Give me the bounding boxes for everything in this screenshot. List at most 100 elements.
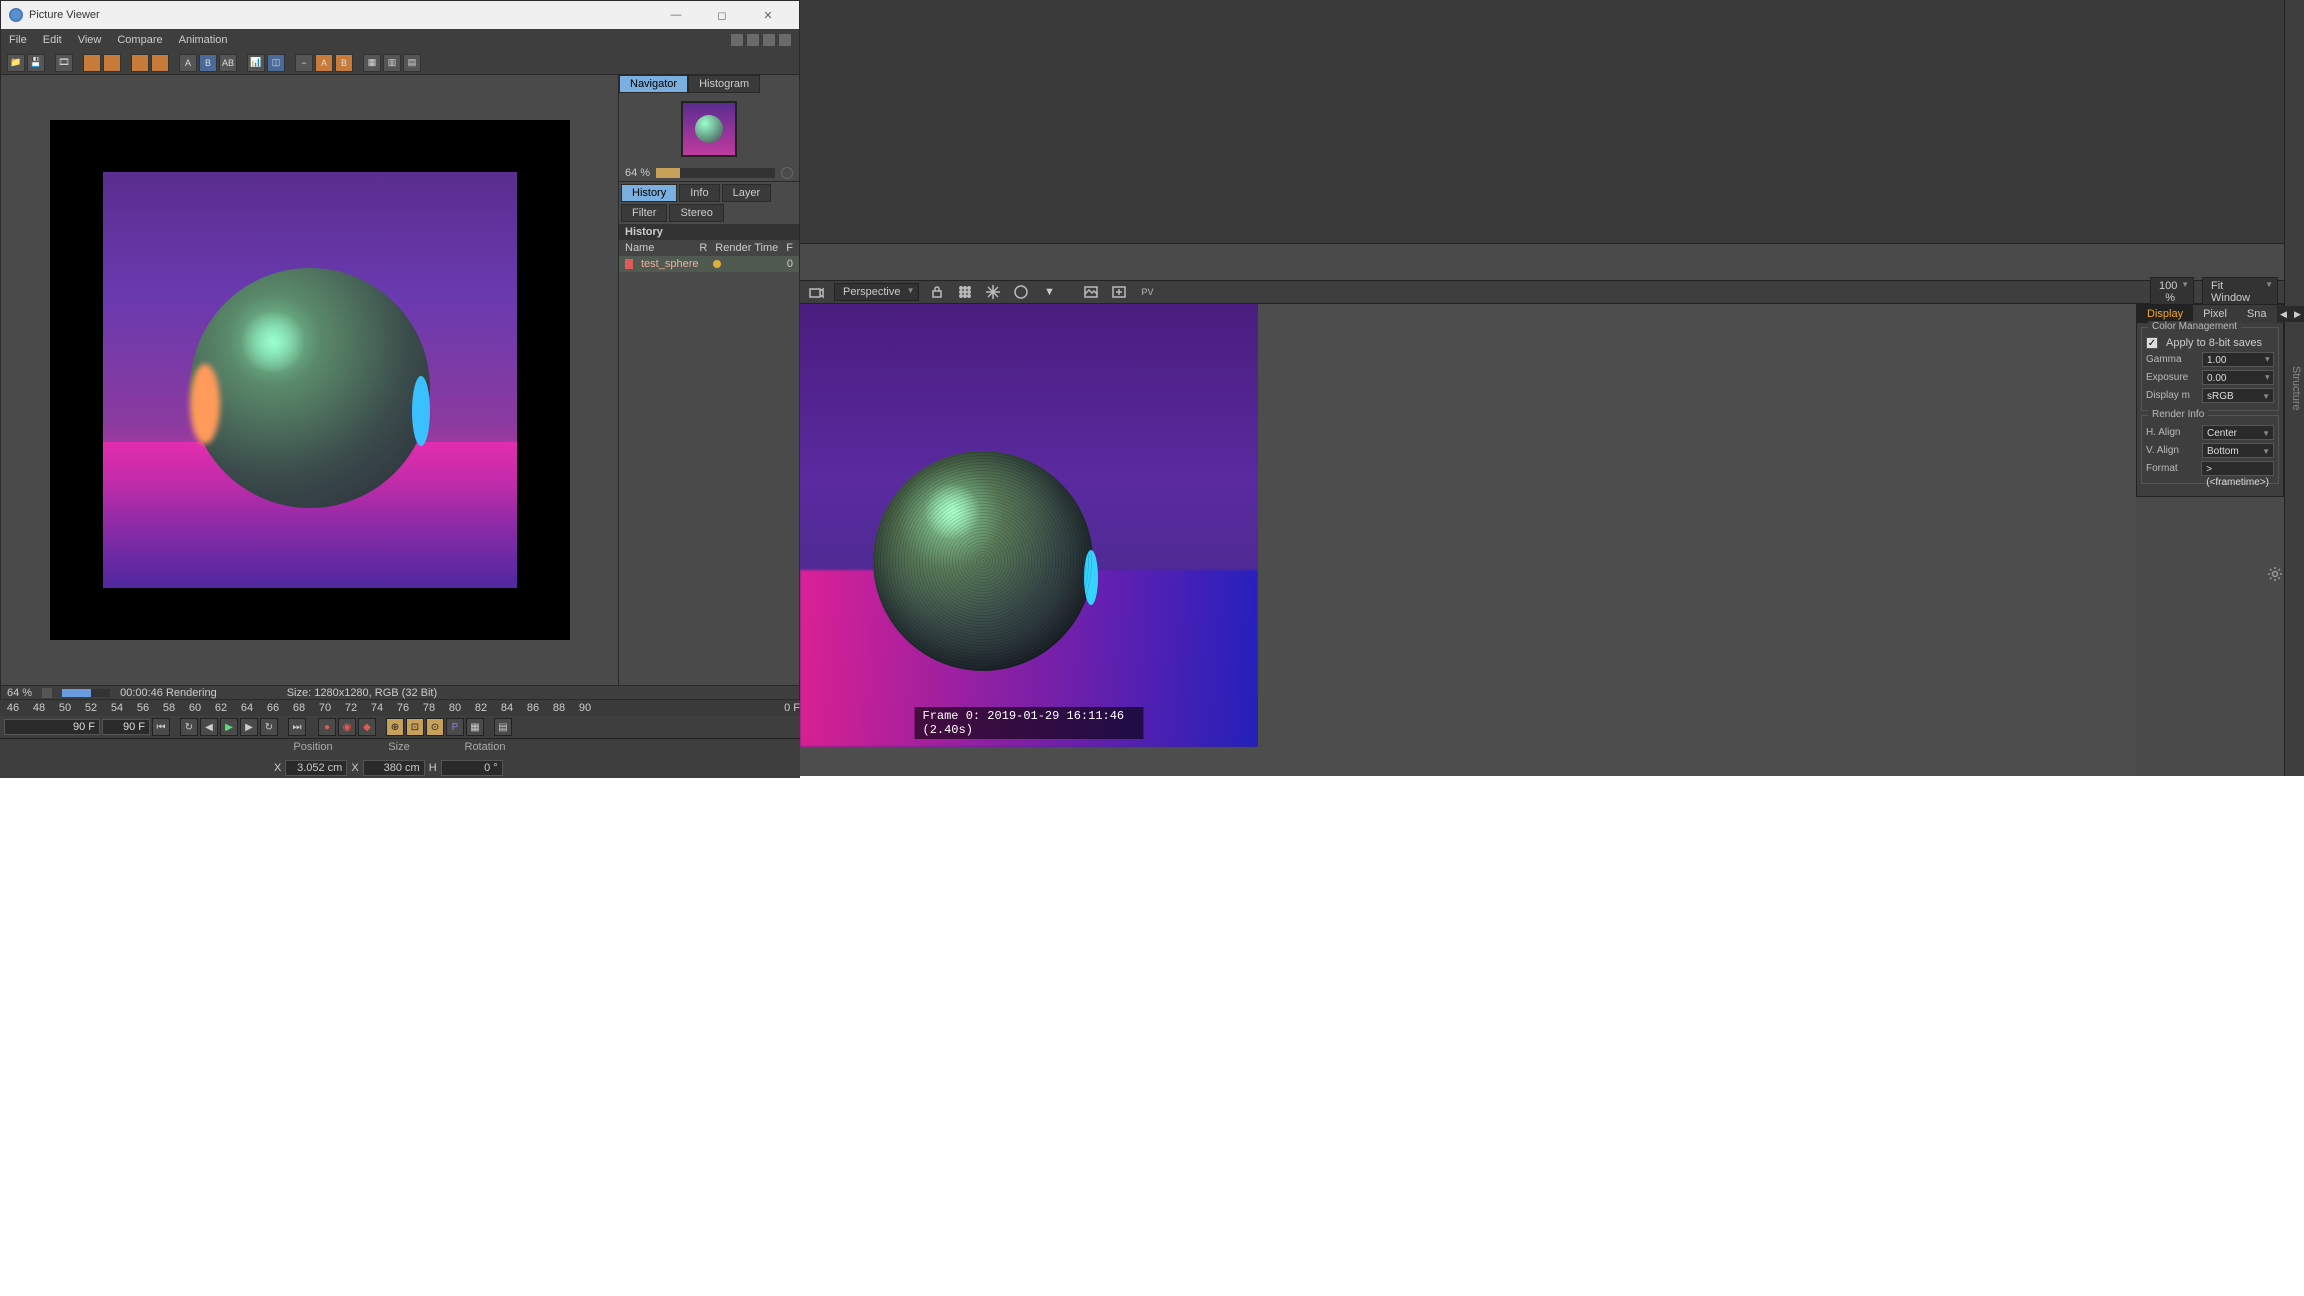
- dropdown-caret-icon[interactable]: ▼: [1039, 282, 1059, 302]
- filter3-icon[interactable]: ▤: [403, 54, 421, 72]
- apply-8bit-checkbox[interactable]: ✓: [2146, 337, 2158, 349]
- format-field[interactable]: > (<frametime>): [2201, 461, 2274, 476]
- exposure-field[interactable]: 0.00: [2202, 370, 2274, 385]
- navigator-thumbnail[interactable]: [681, 101, 737, 157]
- camera-dropdown[interactable]: Perspective: [834, 283, 919, 301]
- play-icon[interactable]: ▶: [220, 718, 238, 736]
- image-icon[interactable]: [1081, 282, 1101, 302]
- maximize-icon[interactable]: ◻: [699, 1, 745, 29]
- film-icon[interactable]: 🎞: [55, 54, 73, 72]
- row-name: test_sphere: [641, 258, 705, 270]
- multilayer-icon[interactable]: [151, 54, 169, 72]
- render-canvas[interactable]: [1, 75, 618, 685]
- panel-icon[interactable]: [731, 34, 743, 46]
- tab-histogram[interactable]: Histogram: [688, 75, 760, 93]
- key-scale-icon[interactable]: ⊡: [406, 718, 424, 736]
- filter-icon[interactable]: ▦: [363, 54, 381, 72]
- status-progress[interactable]: [62, 689, 110, 697]
- history-columns: Name R Render Time F: [619, 240, 799, 256]
- autokey-icon[interactable]: ◉: [338, 718, 356, 736]
- ruler-tick: 68: [290, 702, 308, 714]
- position-x-field[interactable]: 3.052 cm: [285, 760, 347, 776]
- layer-icon[interactable]: [131, 54, 149, 72]
- rgb-icon[interactable]: [83, 54, 101, 72]
- rotation-h-field[interactable]: 0 °: [441, 760, 503, 776]
- menu-animation[interactable]: Animation: [179, 34, 228, 46]
- grid-icon[interactable]: [955, 282, 975, 302]
- gamma-label: Gamma: [2146, 354, 2198, 365]
- panel-icon[interactable]: [779, 34, 791, 46]
- valign-dropdown[interactable]: Bottom: [2202, 443, 2274, 458]
- goto-end-icon[interactable]: ⏭: [288, 718, 306, 736]
- viewport-zoom[interactable]: 100 %: [2150, 277, 2194, 307]
- panel-icon[interactable]: [763, 34, 775, 46]
- structure-tab-vertical[interactable]: Structure: [2284, 0, 2304, 776]
- menu-edit[interactable]: Edit: [43, 34, 62, 46]
- alpha-icon[interactable]: [103, 54, 121, 72]
- compare-a-icon[interactable]: A: [179, 54, 197, 72]
- gamma-field[interactable]: 1.00: [2202, 352, 2274, 367]
- fit-dropdown[interactable]: Fit Window: [2202, 277, 2278, 307]
- key-param-icon[interactable]: P: [446, 718, 464, 736]
- menu-compare[interactable]: Compare: [117, 34, 162, 46]
- gear-icon[interactable]: [2266, 565, 2284, 583]
- compare-b-icon[interactable]: B: [199, 54, 217, 72]
- nav-zoom-reset-icon[interactable]: [781, 167, 793, 179]
- halign-dropdown[interactable]: Center: [2202, 425, 2274, 440]
- tab-history[interactable]: History: [621, 184, 677, 202]
- key-pos-icon[interactable]: ⊕: [386, 718, 404, 736]
- tab-info[interactable]: Info: [679, 184, 719, 202]
- filter2-icon[interactable]: ▥: [383, 54, 401, 72]
- tab-layer[interactable]: Layer: [722, 184, 772, 202]
- tab-filter[interactable]: Filter: [621, 204, 667, 222]
- viewport-toolbar: Perspective ▼ PV 100 % Fit Window: [800, 280, 2284, 304]
- titlebar[interactable]: Picture Viewer — ◻ ✕: [1, 1, 799, 29]
- render-settings-panel: Display Pixel Sna ◀▶ Color Management ✓ …: [2136, 304, 2284, 497]
- camera-plus-icon[interactable]: [806, 282, 826, 302]
- minimize-icon[interactable]: —: [653, 1, 699, 29]
- zoom-fit-icon[interactable]: A: [315, 54, 333, 72]
- loop-icon[interactable]: ↻: [180, 718, 198, 736]
- ruler-tick: 56: [134, 702, 152, 714]
- compare-ab-icon[interactable]: AB: [219, 54, 237, 72]
- menu-view[interactable]: View: [78, 34, 102, 46]
- end-frame-field[interactable]: 90 F: [102, 719, 150, 735]
- loop-fwd-icon[interactable]: ↻: [260, 718, 278, 736]
- zoom-100-icon[interactable]: B: [335, 54, 353, 72]
- tab-navigator[interactable]: Navigator: [619, 75, 688, 93]
- goto-start-icon[interactable]: ⏮: [152, 718, 170, 736]
- step-fwd-icon[interactable]: ▶: [240, 718, 258, 736]
- key-icon[interactable]: ◆: [358, 718, 376, 736]
- open-icon[interactable]: 📁: [7, 54, 25, 72]
- image-plus-icon[interactable]: [1109, 282, 1129, 302]
- layout-icon[interactable]: ▤: [494, 718, 512, 736]
- frame-ruler[interactable]: 46 48 50 52 54 56 58 60 62 64 66 68 70 7…: [0, 700, 800, 716]
- tab-snap[interactable]: Sna: [2237, 305, 2277, 323]
- menu-file[interactable]: File: [9, 34, 27, 46]
- ruler-tick: 52: [82, 702, 100, 714]
- display-mode-dropdown[interactable]: sRGB: [2202, 388, 2274, 403]
- secondary-render-view[interactable]: Frame 0: 2019-01-29 16:11:46 (2.40s): [800, 304, 1258, 747]
- status-handle-icon[interactable]: [42, 688, 52, 698]
- size-x-field[interactable]: 380 cm: [363, 760, 425, 776]
- circle-icon[interactable]: [1011, 282, 1031, 302]
- navigator-toggle-icon[interactable]: ◫: [267, 54, 285, 72]
- zoom-out-icon[interactable]: −: [295, 54, 313, 72]
- pv-icon[interactable]: PV: [1137, 282, 1157, 302]
- close-icon[interactable]: ✕: [745, 1, 791, 29]
- history-row[interactable]: test_sphere 0: [619, 256, 799, 272]
- record-icon[interactable]: ●: [318, 718, 336, 736]
- panel-icon[interactable]: [747, 34, 759, 46]
- nav-zoom-slider[interactable]: [656, 168, 775, 178]
- tab-prev-icon[interactable]: ◀: [2277, 306, 2291, 322]
- save-icon[interactable]: 💾: [27, 54, 45, 72]
- start-frame-field[interactable]: 90 F: [4, 719, 100, 735]
- lock-icon[interactable]: [927, 282, 947, 302]
- histogram-icon[interactable]: 📊: [247, 54, 265, 72]
- tab-next-icon[interactable]: ▶: [2291, 306, 2304, 322]
- key-rot-icon[interactable]: ⊙: [426, 718, 444, 736]
- tab-stereo[interactable]: Stereo: [669, 204, 723, 222]
- step-back-icon[interactable]: ◀: [200, 718, 218, 736]
- key-anim-icon[interactable]: ▦: [466, 718, 484, 736]
- snowflake-icon[interactable]: [983, 282, 1003, 302]
